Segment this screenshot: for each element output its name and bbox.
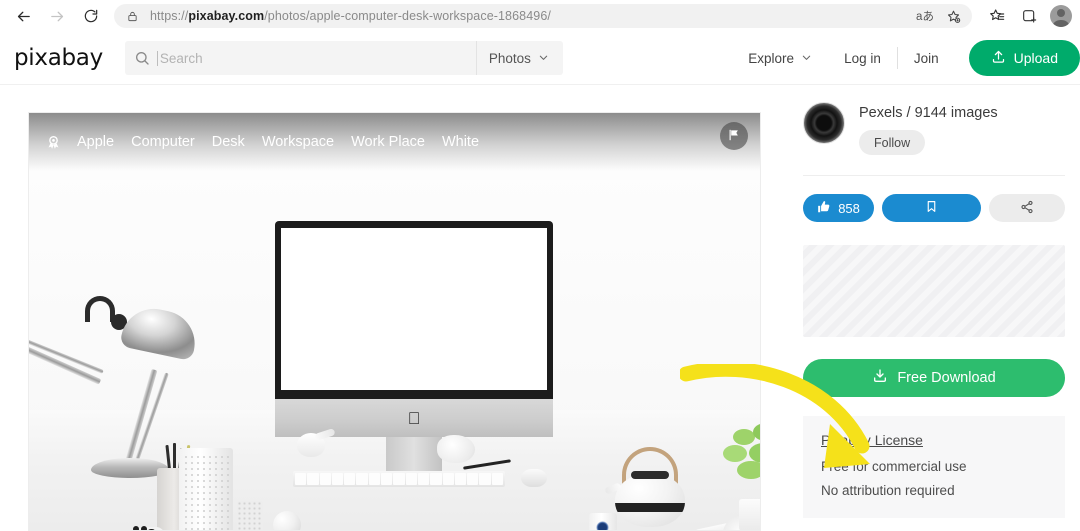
author-avatar[interactable] bbox=[803, 102, 845, 144]
like-count: 858 bbox=[838, 200, 860, 216]
upload-icon bbox=[991, 49, 1006, 67]
browser-actions bbox=[982, 2, 1080, 30]
photo-keyboard bbox=[293, 471, 505, 487]
address-bar-icons: aあ bbox=[912, 5, 968, 27]
photo-teapot bbox=[604, 447, 685, 527]
search-bar[interactable]: Photos bbox=[124, 41, 563, 75]
award-badge-icon bbox=[45, 134, 62, 151]
nav-join[interactable]: Join bbox=[898, 51, 955, 66]
header-nav: Explore Log in Join Upload bbox=[732, 40, 1080, 76]
photo-panda-figurine bbox=[133, 525, 167, 530]
license-line-commercial: Free for commercial use bbox=[821, 459, 967, 474]
flag-icon bbox=[727, 128, 741, 145]
follow-button[interactable]: Follow bbox=[859, 130, 926, 155]
address-bar[interactable]: https://pixabay.com/photos/apple-compute… bbox=[114, 4, 972, 28]
photo-teacup bbox=[589, 513, 617, 530]
photo-crumpled-paper bbox=[437, 435, 475, 463]
browser-window: https://pixabay.com/photos/apple-compute… bbox=[0, 0, 1080, 531]
apple-logo-icon:  bbox=[408, 410, 421, 427]
bookmark-icon bbox=[925, 199, 938, 217]
photo-white-holder bbox=[179, 448, 233, 530]
lock-icon bbox=[124, 8, 140, 24]
photo-tag-bar: Apple Computer Desk Workspace Work Place… bbox=[29, 113, 760, 171]
upload-label: Upload bbox=[1013, 50, 1058, 66]
add-favorite-icon[interactable] bbox=[940, 5, 966, 27]
photo-mouse bbox=[521, 469, 547, 487]
upload-button[interactable]: Upload bbox=[968, 40, 1080, 76]
license-line-attribution: No attribution required bbox=[821, 483, 955, 498]
photo-bird-figurine bbox=[297, 428, 336, 457]
free-download-button[interactable]: Free Download bbox=[803, 359, 1065, 397]
photo-sidebar: Pexels / 9144 images Follow 858 Free Dow… bbox=[803, 102, 1065, 518]
pixabay-logo[interactable]: pixabay bbox=[14, 45, 103, 71]
share-button[interactable] bbox=[989, 194, 1065, 222]
author-name[interactable]: Pexels / 9144 images bbox=[859, 105, 998, 121]
like-button[interactable]: 858 bbox=[803, 194, 875, 222]
photo-plant bbox=[719, 423, 760, 530]
search-type-dropdown[interactable]: Photos bbox=[475, 41, 563, 75]
download-icon bbox=[872, 368, 888, 388]
browser-toolbar: https://pixabay.com/photos/apple-compute… bbox=[0, 0, 1080, 32]
search-icon bbox=[125, 50, 159, 66]
photo-image:  bbox=[29, 113, 760, 530]
forward-button[interactable] bbox=[40, 0, 74, 32]
read-aloud-icon[interactable]: aあ bbox=[912, 5, 938, 27]
free-download-label: Free Download bbox=[897, 370, 996, 386]
photo-tag-white[interactable]: White bbox=[442, 134, 479, 150]
photo-tag-apple[interactable]: Apple bbox=[77, 134, 114, 150]
nav-login[interactable]: Log in bbox=[828, 51, 897, 66]
nav-explore-label: Explore bbox=[748, 50, 795, 66]
thumbs-up-icon bbox=[817, 200, 831, 217]
share-icon bbox=[1020, 200, 1034, 217]
profile-avatar[interactable] bbox=[1050, 5, 1072, 27]
photo-actions: 858 bbox=[803, 194, 1065, 222]
photo-mesh-box bbox=[237, 501, 263, 530]
chevron-down-icon bbox=[538, 51, 549, 66]
pixabay-license-link[interactable]: Pixabay License bbox=[821, 432, 923, 448]
save-bookmark-button[interactable] bbox=[882, 194, 982, 222]
photo-tag-work-place[interactable]: Work Place bbox=[351, 134, 425, 150]
photo-viewer[interactable]:  bbox=[28, 112, 761, 531]
license-panel: Pixabay License Free for commercial use … bbox=[803, 416, 1065, 518]
nav-explore[interactable]: Explore bbox=[732, 51, 828, 66]
search-type-label: Photos bbox=[488, 50, 531, 66]
favorites-icon[interactable] bbox=[982, 2, 1012, 30]
search-input[interactable] bbox=[156, 50, 476, 66]
author-section: Pexels / 9144 images Follow bbox=[803, 102, 1065, 155]
sidebar-divider bbox=[803, 175, 1065, 176]
url-text: https://pixabay.com/photos/apple-compute… bbox=[150, 9, 551, 23]
photo-tag-workspace[interactable]: Workspace bbox=[262, 134, 334, 150]
site-header: pixabay Photos Explore Lo bbox=[0, 32, 1080, 85]
photo-sphere bbox=[273, 511, 301, 530]
photo-tag-computer[interactable]: Computer bbox=[131, 134, 195, 150]
chevron-down-icon bbox=[801, 51, 812, 66]
report-flag-button[interactable] bbox=[720, 122, 748, 150]
collections-icon[interactable] bbox=[1014, 2, 1044, 30]
page-content:  bbox=[0, 86, 1080, 531]
reload-button[interactable] bbox=[74, 0, 108, 32]
photo-tag-desk[interactable]: Desk bbox=[212, 134, 245, 150]
back-button[interactable] bbox=[6, 0, 40, 32]
advertisement-placeholder[interactable] bbox=[803, 245, 1065, 337]
